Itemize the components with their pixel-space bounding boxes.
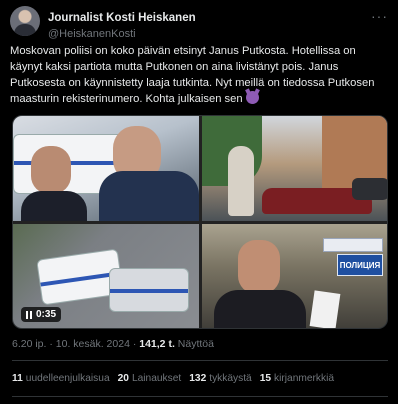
views-label: Näyttöä xyxy=(174,338,214,350)
tweet-meta: 6.20 ip. · 10. kesäk. 2024 · 141,2 t. Nä… xyxy=(12,338,214,350)
author-block: Journalist Kosti Heiskanen @HeiskanenKos… xyxy=(48,8,196,40)
statue xyxy=(228,146,254,216)
more-icon[interactable]: ··· xyxy=(371,8,388,24)
tweet[interactable]: Journalist Kosti Heiskanen @HeiskanenKos… xyxy=(0,0,398,404)
time-date[interactable]: 6.20 ip. · 10. kesäk. 2024 · xyxy=(12,338,139,350)
media-photo-1[interactable] xyxy=(13,116,199,221)
dark-car xyxy=(352,178,387,200)
media-photo-4[interactable]: ПОЛИЦИЯ xyxy=(202,224,387,328)
views-count: 141,2 t. xyxy=(139,338,175,350)
divider-bottom xyxy=(12,396,388,397)
pause-icon[interactable] xyxy=(26,310,32,319)
police-sign: ПОЛИЦИЯ xyxy=(337,254,383,276)
person-suit xyxy=(21,191,87,221)
media-photo-2[interactable] xyxy=(202,116,387,221)
tweet-stats: 11 uudelleenjulkaisua 20 Lainaukset 132 tyk… xyxy=(12,373,334,384)
tweet-body: Moskovan poliisi on koko päivän etsinyt … xyxy=(10,45,375,105)
stat-likes[interactable]: 132 tykkäystä xyxy=(189,373,251,384)
tweet-header: Journalist Kosti Heiskanen @HeiskanenKos… xyxy=(10,6,388,40)
person-face-3 xyxy=(238,240,280,294)
stat-quotes[interactable]: 20 Lainaukset xyxy=(118,373,182,384)
tweet-text: Moskovan poliisi on koko päivän etsinyt … xyxy=(10,43,388,107)
stat-bookmarks[interactable]: 15 kirjanmerkkiä xyxy=(260,373,334,384)
paper-sheet xyxy=(309,290,341,328)
police-car-2 xyxy=(109,268,189,312)
person-shirt xyxy=(99,171,199,221)
avatar[interactable] xyxy=(10,6,40,36)
stat-retweets[interactable]: 11 uudelleenjulkaisua xyxy=(12,373,110,384)
smiling-imp-emoji-icon xyxy=(245,91,259,104)
car-stripe-2 xyxy=(110,289,188,293)
person-suit-3 xyxy=(214,290,306,328)
person-face xyxy=(31,146,71,194)
avatar-figure xyxy=(14,24,36,36)
media-grid[interactable]: 0:35 ПОЛИЦИЯ xyxy=(12,115,388,329)
video-duration-badge[interactable]: 0:35 xyxy=(21,307,62,322)
author-handle[interactable]: @HeiskanenKosti xyxy=(48,28,196,40)
video-duration: 0:35 xyxy=(36,309,57,320)
author-name[interactable]: Journalist Kosti Heiskanen xyxy=(48,12,196,24)
divider-top xyxy=(12,360,388,361)
sign-plate xyxy=(323,238,383,252)
media-video[interactable]: 0:35 xyxy=(13,224,199,328)
